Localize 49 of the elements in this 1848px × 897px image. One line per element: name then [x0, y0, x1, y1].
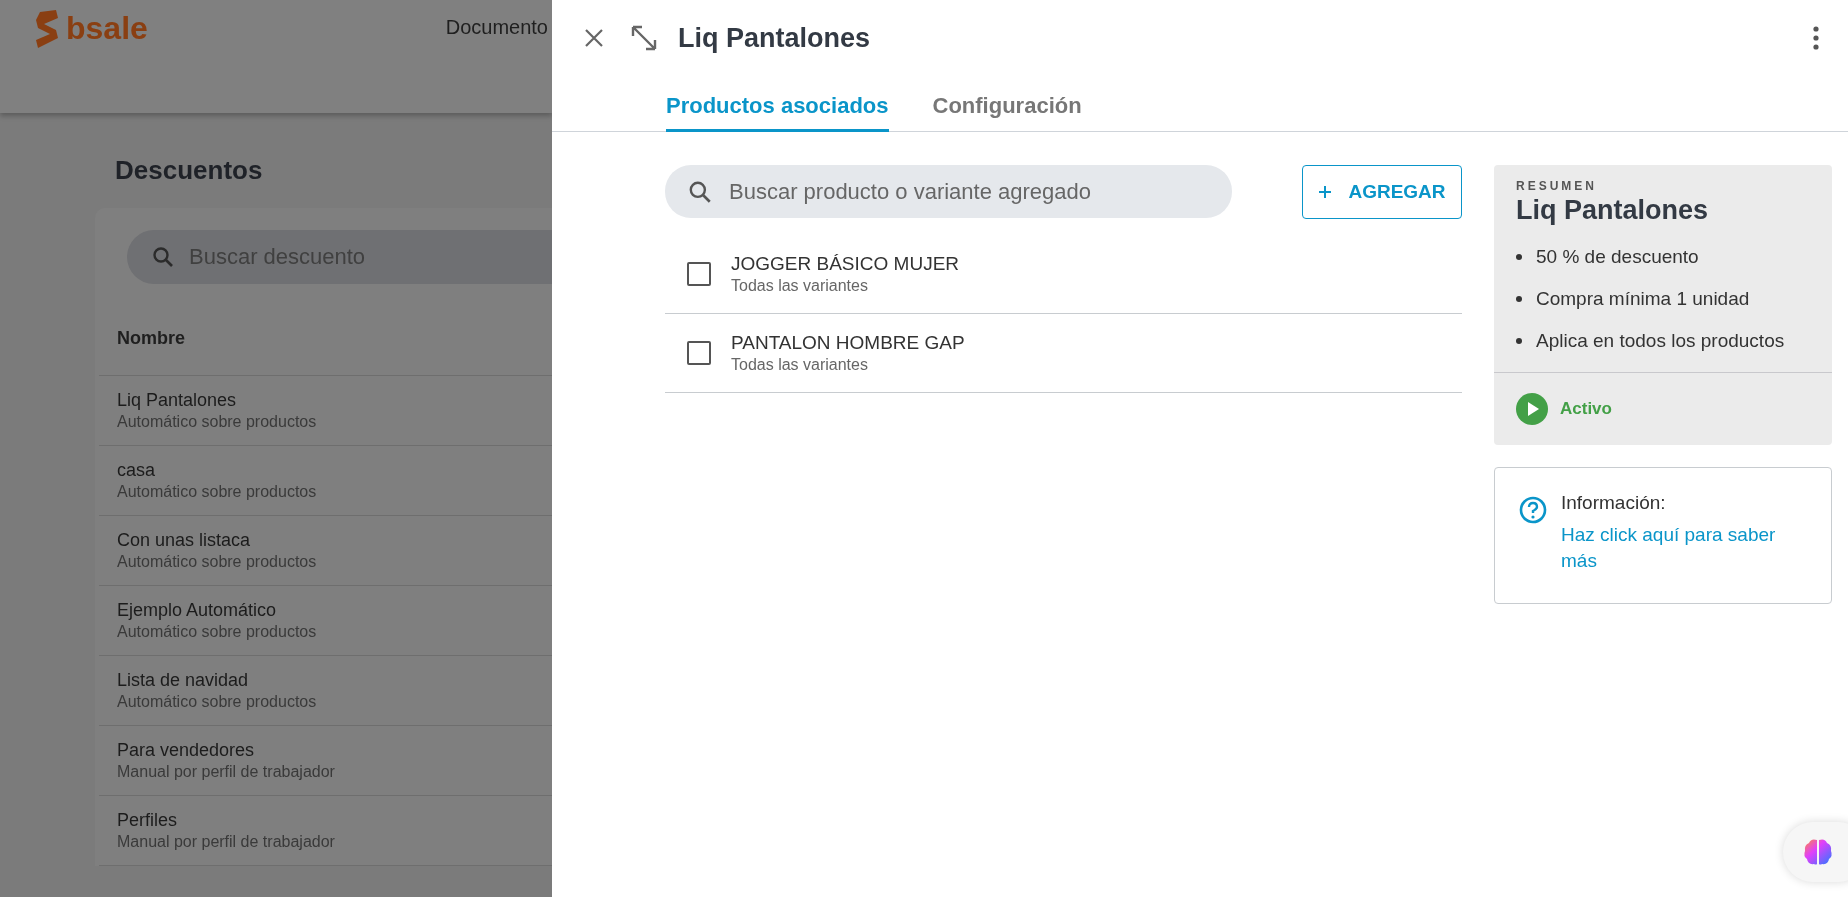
- discount-type: Automático sobre productos: [117, 553, 318, 571]
- info-title: Información:: [1561, 492, 1667, 514]
- brand-name: bsale: [66, 10, 148, 46]
- discount-name: Ejemplo Automático: [117, 600, 278, 621]
- tab[interactable]: Configuración: [932, 93, 1082, 132]
- info-link[interactable]: Haz click aquí para saber más: [1561, 522, 1811, 574]
- close-icon[interactable]: [584, 28, 604, 48]
- nav-item[interactable]: Documento: [445, 16, 548, 39]
- summary-item: Compra mínima 1 unidad: [1536, 288, 1750, 310]
- brain-icon: [1803, 838, 1833, 866]
- checkbox[interactable]: [687, 341, 711, 365]
- assistant-button[interactable]: [1783, 822, 1848, 882]
- bullet-icon: [1516, 338, 1522, 344]
- summary-label: RESUMEN: [1516, 179, 1598, 193]
- help-icon: [1519, 496, 1547, 524]
- add-button[interactable]: AGREGAR: [1302, 165, 1462, 219]
- discount-name: Perfiles: [117, 810, 179, 831]
- more-options-icon[interactable]: [1812, 26, 1820, 50]
- discount-type: Manual por perfil de trabajador: [117, 833, 336, 851]
- tab[interactable]: Productos asociados: [666, 93, 889, 132]
- product-variants: Todas las variantes: [731, 356, 869, 374]
- summary-title: Liq Pantalones: [1516, 195, 1710, 226]
- page-title: Descuentos: [115, 155, 264, 186]
- status-label: Activo: [1560, 399, 1612, 419]
- checkbox[interactable]: [687, 262, 711, 286]
- product-name: PANTALON HOMBRE GAP: [731, 332, 965, 354]
- summary-item: Aplica en todos los productos: [1536, 330, 1785, 352]
- discount-type: Automático sobre productos: [117, 623, 318, 641]
- product-variants: Todas las variantes: [731, 277, 869, 295]
- discount-type: Automático sobre productos: [117, 413, 318, 431]
- discount-name: Lista de navidad: [117, 670, 250, 691]
- search-icon: [151, 245, 175, 269]
- discount-name: Liq Pantalones: [117, 390, 238, 411]
- discount-name: casa: [117, 460, 157, 481]
- discount-name: Para vendedores: [117, 740, 256, 761]
- drawer-title: Liq Pantalones: [678, 22, 871, 54]
- plus-icon: [1318, 185, 1333, 199]
- search-field[interactable]: Buscar producto o variante agregado: [665, 165, 1232, 218]
- logo-icon: [36, 10, 60, 48]
- bullet-icon: [1516, 296, 1522, 302]
- search-icon: [687, 179, 713, 205]
- discount-name: Con unas listaca: [117, 530, 252, 551]
- discount-type: Automático sobre productos: [117, 693, 318, 711]
- summary-item: 50 % de descuento: [1536, 246, 1699, 268]
- product-name: JOGGER BÁSICO MUJER: [731, 253, 960, 275]
- discount-type: Manual por perfil de trabajador: [117, 763, 336, 781]
- expand-icon[interactable]: [630, 24, 658, 52]
- bullet-icon: [1516, 254, 1522, 260]
- discount-type: Automático sobre productos: [117, 483, 318, 501]
